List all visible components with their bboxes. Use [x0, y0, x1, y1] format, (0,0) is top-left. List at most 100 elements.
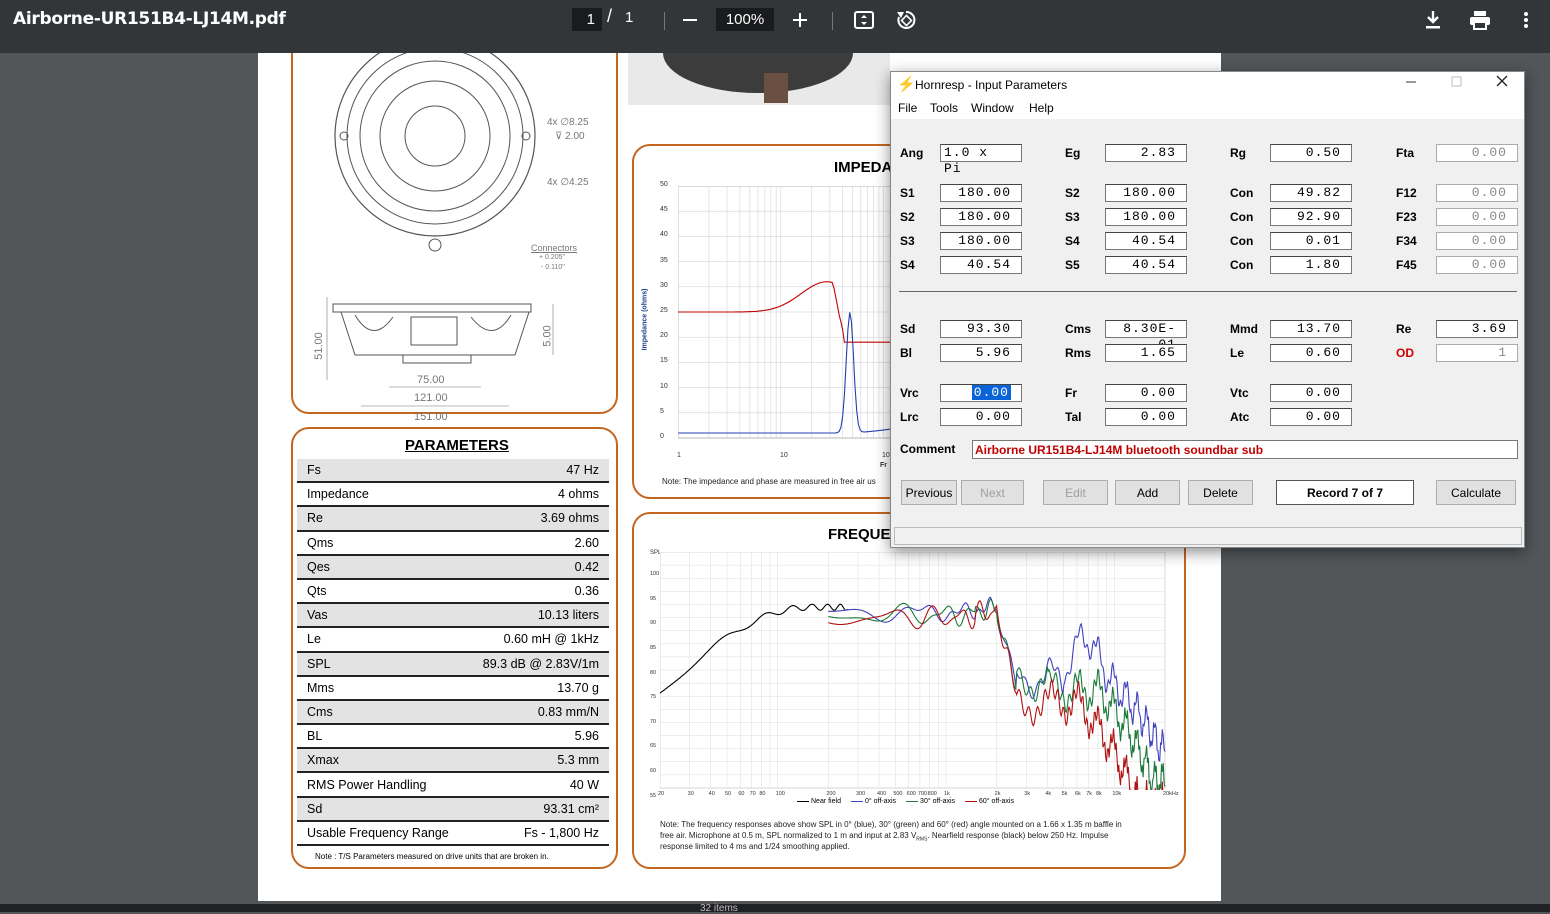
field-re[interactable]: 3.69 [1436, 320, 1518, 338]
frequency-xtick: 7k [1086, 791, 1093, 797]
field-od[interactable]: 1 [1436, 344, 1518, 362]
field-vtc[interactable]: 0.00 [1270, 384, 1352, 402]
maximize-button[interactable] [1449, 74, 1463, 91]
menu-help[interactable]: Help [1029, 101, 1054, 115]
field-s3b[interactable]: 180.00 [940, 232, 1022, 250]
field-lrc[interactable]: 0.00 [940, 408, 1022, 426]
field-eg[interactable]: 2.83 [1105, 144, 1187, 162]
field-le[interactable]: 0.60 [1270, 344, 1352, 362]
zoom-out-button[interactable] [678, 9, 702, 31]
field-tal[interactable]: 0.00 [1105, 408, 1187, 426]
close-button[interactable] [1495, 74, 1509, 91]
param-name: Impedance [307, 487, 369, 502]
menu-bar: File Tools Window Help [891, 99, 1524, 119]
download-button[interactable] [1421, 7, 1445, 33]
legend-swatch [797, 800, 809, 803]
taskbar-strip [0, 904, 1550, 912]
print-button[interactable] [1466, 7, 1494, 33]
field-rms[interactable]: 1.65 [1105, 344, 1187, 362]
menu-file[interactable]: File [898, 101, 917, 115]
frequency-xtick: 500 [893, 791, 903, 797]
legend-swatch [906, 800, 919, 803]
field-sd[interactable]: 93.30 [940, 320, 1022, 338]
field-rg[interactable]: 0.50 [1270, 144, 1352, 162]
field-s2b[interactable]: 180.00 [940, 208, 1022, 226]
connectors-label: Connectors [531, 243, 578, 253]
speaker-photo-image [663, 53, 853, 103]
param-row: Vas 10.13 liters [297, 604, 609, 629]
comment-input[interactable]: Airborne UR151B4-LJ14M bluetooth soundba… [972, 440, 1518, 459]
status-bar [894, 527, 1522, 545]
impedance-title: IMPEDA [834, 159, 893, 176]
calculate-button[interactable]: Calculate [1436, 480, 1516, 505]
label-bl: Bl [900, 346, 912, 360]
field-s5[interactable]: 40.54 [1105, 256, 1187, 274]
add-button[interactable]: Add [1115, 480, 1180, 505]
field-mmd[interactable]: 13.70 [1270, 320, 1352, 338]
frequency-legend: Near field 0° off-axis 30° off-axis 60° off… [797, 798, 1014, 805]
window-titlebar[interactable]: ⚡ Hornresp - Input Parameters [891, 72, 1524, 99]
legend-item: 30° off-axis [906, 798, 955, 805]
field-con3[interactable]: 0.01 [1270, 232, 1352, 250]
field-s2a[interactable]: 180.00 [1105, 184, 1187, 202]
frequency-ytick: 85 [650, 644, 657, 651]
param-name: RMS Power Handling [307, 777, 427, 792]
rotate-button[interactable] [893, 8, 919, 32]
hole-a-depth-label: ⊽ 2.00 [555, 131, 585, 142]
dim-depth-label: 5.00 [541, 325, 554, 347]
maximize-icon [1451, 76, 1462, 87]
param-row: Qes 0.42 [297, 555, 609, 580]
legend-label: Near field [811, 798, 841, 805]
fit-page-button[interactable] [851, 8, 877, 32]
label-vrc: Vrc [900, 386, 919, 400]
legend-swatch [965, 800, 978, 803]
field-con4[interactable]: 1.80 [1270, 256, 1352, 274]
field-s3a[interactable]: 180.00 [1105, 208, 1187, 226]
label-s3b: S3 [900, 234, 915, 248]
field-con1[interactable]: 49.82 [1270, 184, 1352, 202]
param-name: Mms [307, 680, 335, 695]
page-number-input[interactable]: 1 [572, 8, 602, 31]
more-actions-button[interactable] [1515, 7, 1537, 33]
label-fta: Fta [1396, 146, 1414, 160]
field-bl[interactable]: 5.96 [940, 344, 1022, 362]
impedance-xtick-1: 1 [677, 452, 681, 459]
toolbar-divider [664, 12, 665, 30]
delete-button[interactable]: Delete [1188, 480, 1253, 505]
label-eg: Eg [1065, 146, 1081, 160]
param-value: 89.3 dB @ 2.83V/1m [482, 656, 599, 671]
field-atc[interactable]: 0.00 [1270, 408, 1352, 426]
field-f34[interactable]: 0.00 [1436, 232, 1518, 250]
page-total: 1 [625, 9, 634, 26]
next-button[interactable]: Next [961, 480, 1024, 505]
menu-window[interactable]: Window [971, 101, 1014, 115]
field-s1a[interactable]: 180.00 [940, 184, 1022, 202]
menu-tools[interactable]: Tools [930, 101, 958, 115]
legend-label: 60° off-axis [979, 798, 1014, 805]
dim-121-label: 121.00 [414, 392, 448, 404]
label-s1a: S1 [900, 186, 915, 200]
field-vrc[interactable]: 0.00 [940, 384, 1022, 402]
param-value: 10.13 liters [537, 608, 599, 623]
frequency-ytick: 100 [650, 571, 660, 577]
field-cms[interactable]: 8.30E-01 [1105, 320, 1187, 352]
param-name: Usable Frequency Range [307, 825, 449, 840]
zoom-level-input[interactable]: 100% [716, 8, 774, 31]
edit-button[interactable]: Edit [1043, 480, 1108, 505]
previous-button[interactable]: Previous [901, 480, 957, 505]
impedance-ylabel: Impedance (ohms) [641, 288, 649, 351]
field-s4a[interactable]: 40.54 [1105, 232, 1187, 250]
minimize-button[interactable] [1404, 74, 1418, 91]
field-s4b[interactable]: 40.54 [940, 256, 1022, 274]
field-f12[interactable]: 0.00 [1436, 184, 1518, 202]
impedance-ytick: 0 [660, 433, 664, 440]
field-ang[interactable]: 1.0 x Pi [940, 144, 1022, 176]
field-f23[interactable]: 0.00 [1436, 208, 1518, 226]
frequency-xtick: 20 [658, 791, 665, 797]
field-fta[interactable]: 0.00 [1436, 144, 1518, 162]
field-fr[interactable]: 0.00 [1105, 384, 1187, 402]
zoom-in-button[interactable] [788, 9, 812, 31]
field-f45[interactable]: 0.00 [1436, 256, 1518, 274]
label-rg: Rg [1230, 146, 1246, 160]
field-con2[interactable]: 92.90 [1270, 208, 1352, 226]
